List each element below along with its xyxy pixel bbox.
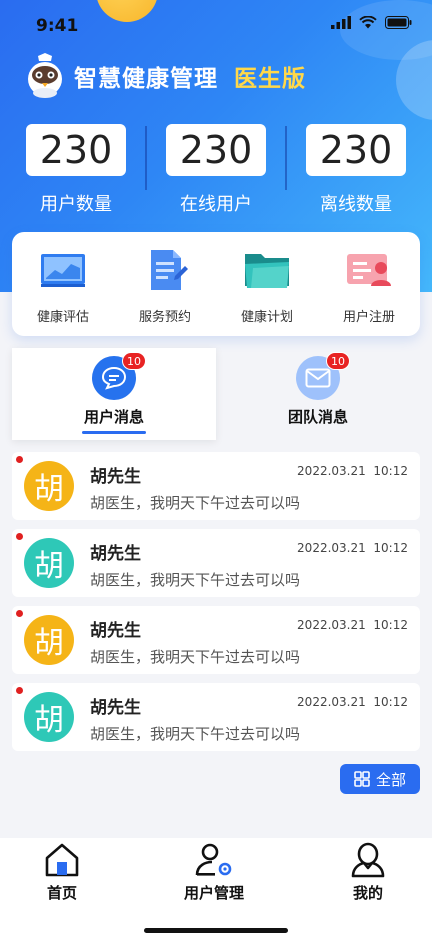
- signal-icon: [331, 16, 351, 29]
- message-timestamp: 2022.03.21 10:12: [297, 695, 408, 709]
- status-time: 9:41: [36, 16, 79, 36]
- quick-item-user-register[interactable]: 用户注册: [318, 232, 420, 336]
- stat-offline[interactable]: 230 离线数量: [296, 124, 416, 216]
- unread-badge: 10: [326, 352, 350, 370]
- quick-menu: 健康评估 服务预约 健康计划 用户注册: [12, 232, 420, 336]
- quick-item-health-plan[interactable]: 健康计划: [216, 232, 318, 336]
- stat-value: 230: [306, 124, 406, 176]
- stat-divider: [145, 126, 147, 190]
- quick-item-label: 服务预约: [138, 310, 191, 325]
- list-item[interactable]: 胡 胡先生 胡医生，我明天下午过去可以吗 2022.03.21 10:12: [12, 683, 420, 751]
- status-bar: 9:41: [0, 0, 432, 50]
- stats-row: 230 用户数量 230 在线用户 230 离线数量: [0, 124, 432, 216]
- nav-profile[interactable]: 我的: [308, 842, 428, 903]
- quick-item-label: 健康评估: [36, 310, 89, 325]
- stat-value: 230: [166, 124, 266, 176]
- tab-icon: 10: [296, 352, 350, 400]
- active-tab-indicator: [82, 431, 146, 434]
- stat-divider: [285, 126, 287, 190]
- chart-board-icon: [41, 254, 85, 287]
- folder-icon: [245, 254, 289, 288]
- home-icon: [45, 843, 79, 877]
- avatar: 胡: [24, 461, 74, 511]
- avatar: 胡: [24, 538, 74, 588]
- robot-logo-icon: [28, 53, 62, 98]
- view-all-button[interactable]: 全部: [340, 764, 420, 794]
- user-settings-icon: [195, 843, 232, 876]
- tab-user-messages[interactable]: 10 用户消息: [12, 348, 216, 440]
- message-date: 2022.03.21: [297, 618, 366, 632]
- stat-label: 用户数量: [40, 194, 112, 215]
- message-timestamp: 2022.03.21 10:12: [297, 541, 408, 555]
- message-date: 2022.03.21: [297, 541, 366, 555]
- message-time: 10:12: [373, 695, 408, 709]
- message-time: 10:12: [373, 541, 408, 555]
- user-card-icon: [347, 254, 391, 286]
- stat-value: 230: [26, 124, 126, 176]
- person-icon: [351, 842, 385, 878]
- unread-dot: [16, 456, 23, 463]
- list-item[interactable]: 胡 胡先生 胡医生，我明天下午过去可以吗 2022.03.21 10:12: [12, 529, 420, 597]
- battery-icon: [385, 16, 412, 29]
- sender-name: 胡先生: [90, 467, 141, 487]
- quick-item-health-assessment[interactable]: 健康评估: [12, 232, 114, 336]
- view-all-label: 全部: [375, 770, 406, 789]
- message-preview: 胡医生，我明天下午过去可以吗: [90, 571, 301, 589]
- tab-label: 用户消息: [83, 408, 144, 426]
- grid-icon: [354, 771, 370, 787]
- sender-name: 胡先生: [90, 698, 141, 718]
- unread-dot: [16, 687, 23, 694]
- stat-online[interactable]: 230 在线用户: [156, 124, 276, 216]
- status-icons: [331, 16, 412, 29]
- chat-bubble-icon: [101, 366, 127, 390]
- mail-icon: [305, 368, 331, 388]
- tab-team-messages[interactable]: 10 团队消息: [216, 348, 420, 440]
- message-list: 胡 胡先生 胡医生，我明天下午过去可以吗 2022.03.21 10:12 胡 …: [12, 452, 420, 760]
- quick-item-label: 健康计划: [240, 310, 293, 325]
- app-title-row: 智慧健康管理 医生版: [24, 52, 306, 100]
- tab-label: 团队消息: [287, 408, 348, 426]
- tab-icon: 10: [92, 352, 146, 400]
- nav-label: 我的: [352, 884, 383, 902]
- sender-name: 胡先生: [90, 621, 141, 641]
- quick-item-label: 用户注册: [342, 310, 395, 325]
- message-date: 2022.03.21: [297, 464, 366, 478]
- message-preview: 胡医生，我明天下午过去可以吗: [90, 648, 301, 666]
- avatar: 胡: [24, 615, 74, 665]
- message-timestamp: 2022.03.21 10:12: [297, 618, 408, 632]
- quick-item-appointment[interactable]: 服务预约: [114, 232, 216, 336]
- sender-name: 胡先生: [90, 544, 141, 564]
- document-edit-icon: [151, 250, 188, 290]
- nav-label: 首页: [46, 884, 77, 902]
- nav-label: 用户管理: [183, 884, 244, 902]
- stat-label: 离线数量: [320, 194, 392, 215]
- stat-label: 在线用户: [180, 194, 252, 215]
- unread-dot: [16, 610, 23, 617]
- app-title: 智慧健康管理: [74, 66, 218, 92]
- avatar: 胡: [24, 692, 74, 742]
- message-time: 10:12: [373, 464, 408, 478]
- unread-badge: 10: [122, 352, 146, 370]
- message-timestamp: 2022.03.21 10:12: [297, 464, 408, 478]
- message-date: 2022.03.21: [297, 695, 366, 709]
- bottom-tab-bar: 首页 用户管理 我的: [0, 838, 432, 940]
- nav-home[interactable]: 首页: [2, 842, 122, 903]
- message-tabs: 10 用户消息 10 团队消息: [12, 348, 420, 440]
- stat-users[interactable]: 230 用户数量: [16, 124, 136, 216]
- message-preview: 胡医生，我明天下午过去可以吗: [90, 494, 301, 512]
- list-item[interactable]: 胡 胡先生 胡医生，我明天下午过去可以吗 2022.03.21 10:12: [12, 452, 420, 520]
- app-edition-label: 医生版: [234, 66, 306, 92]
- message-preview: 胡医生，我明天下午过去可以吗: [90, 725, 301, 743]
- home-indicator: [144, 928, 288, 933]
- wifi-icon: [359, 16, 377, 29]
- list-item[interactable]: 胡 胡先生 胡医生，我明天下午过去可以吗 2022.03.21 10:12: [12, 606, 420, 674]
- nav-user-management[interactable]: 用户管理: [154, 842, 274, 903]
- unread-dot: [16, 533, 23, 540]
- message-time: 10:12: [373, 618, 408, 632]
